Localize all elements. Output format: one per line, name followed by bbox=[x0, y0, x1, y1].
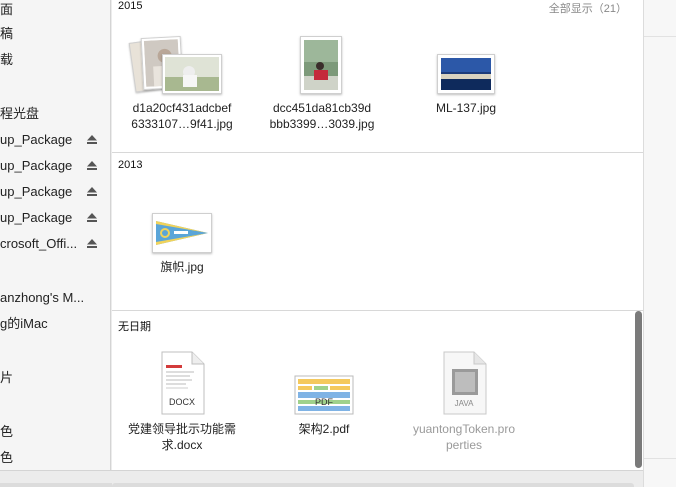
sidebar-item-package-1[interactable]: up_Package bbox=[0, 130, 110, 150]
section-2015: 2015 全部显示（21） d1a20cf431adcbef 6333107…9… bbox=[112, 0, 643, 152]
sidebar-item-remote-disc[interactable]: 程光盘 bbox=[0, 104, 39, 124]
sidebar-item-shared-mac[interactable]: anzhong's M... bbox=[0, 288, 84, 308]
eject-icon[interactable] bbox=[87, 234, 99, 254]
sidebar-item-label: g的iMac bbox=[0, 316, 48, 331]
eject-icon[interactable] bbox=[87, 182, 99, 202]
scrollbar-thumb[interactable] bbox=[635, 311, 642, 468]
file-browser-content: 2015 全部显示（21） d1a20cf431adcbef 6333107…9… bbox=[112, 0, 643, 470]
divider bbox=[644, 36, 676, 37]
docx-document-icon: DOCX bbox=[158, 351, 206, 415]
file-item[interactable]: dcc451da81cb39d bbb3399…3039.jpg bbox=[252, 34, 392, 132]
sidebar-item-label: 面 bbox=[0, 2, 14, 17]
section-title: 2013 bbox=[118, 159, 143, 171]
file-name-line: perties bbox=[445, 438, 483, 452]
sidebar-item-label: 稿 bbox=[0, 26, 14, 41]
section-2013: 2013 旗帜.jpg bbox=[112, 153, 643, 310]
section-title: 2015 bbox=[118, 0, 143, 12]
sidebar-item-package-4[interactable]: up_Package bbox=[0, 208, 110, 228]
section-title: 无日期 bbox=[118, 321, 151, 333]
sidebar-item-label: 色 bbox=[0, 424, 14, 439]
sidebar-item-label: up_Package bbox=[0, 158, 73, 173]
file-type-badge: DOCX bbox=[168, 397, 195, 407]
sidebar: 面 稿 载 程光盘 up_Package up_Package up_Packa… bbox=[0, 0, 111, 487]
file-type-badge: PDF bbox=[315, 397, 333, 407]
file-name-line: ML-137.jpg bbox=[435, 101, 497, 115]
horizontal-scroll-thumb[interactable] bbox=[112, 483, 634, 487]
file-item[interactable]: DOCX 党建领导批示功能需 求.docx bbox=[112, 351, 252, 453]
sidebar-item-label: 片 bbox=[0, 370, 14, 385]
sidebar-item-tag-color-2[interactable]: 色 bbox=[0, 448, 13, 468]
sidebar-item-package-2[interactable]: up_Package bbox=[0, 156, 110, 176]
file-name-line: yuantongToken.pro bbox=[412, 422, 516, 436]
horizontal-scrollbar[interactable] bbox=[112, 470, 643, 487]
show-all-link[interactable]: 全部显示（21） bbox=[549, 0, 627, 16]
photo-stack-icon bbox=[128, 34, 232, 94]
file-name-line: 求.docx bbox=[161, 438, 203, 452]
sidebar-item-microsoft-office[interactable]: crosoft_Offi... bbox=[0, 234, 110, 254]
finder-window: 面 稿 载 程光盘 up_Package up_Package up_Packa… bbox=[0, 0, 676, 487]
file-name-line: 旗帜.jpg bbox=[160, 260, 204, 274]
file-item[interactable]: JAVA yuantongToken.pro perties bbox=[394, 351, 534, 453]
eject-icon[interactable] bbox=[87, 130, 99, 150]
file-item[interactable]: 旗帜.jpg bbox=[112, 211, 252, 275]
eject-icon[interactable] bbox=[87, 156, 99, 176]
portrait-photo-icon bbox=[300, 34, 344, 94]
sidebar-item-package-3[interactable]: up_Package bbox=[0, 182, 110, 202]
sidebar-item-tag-color-1[interactable]: 色 bbox=[0, 422, 13, 442]
sidebar-item-label: anzhong's M... bbox=[0, 290, 85, 305]
sidebar-item-label: up_Package bbox=[0, 132, 73, 147]
sidebar-item-pictures[interactable]: 片 bbox=[0, 368, 13, 388]
file-item[interactable]: d1a20cf431adcbef 6333107…9f41.jpg bbox=[112, 34, 252, 132]
sidebar-item-documents[interactable]: 稿 bbox=[0, 24, 13, 44]
sidebar-item-desktop[interactable]: 面 bbox=[0, 0, 13, 20]
pdf-document-icon: PDF bbox=[294, 375, 354, 415]
landscape-photo-icon bbox=[436, 34, 496, 94]
file-item[interactable]: PDF 架构2.pdf bbox=[254, 375, 394, 437]
file-item[interactable]: ML-137.jpg bbox=[396, 34, 536, 116]
right-panel bbox=[643, 0, 676, 487]
file-name-line: d1a20cf431adcbef bbox=[132, 101, 232, 115]
sidebar-item-label: up_Package bbox=[0, 184, 73, 199]
sidebar-item-label: 色 bbox=[0, 450, 14, 465]
sidebar-item-label: crosoft_Offi... bbox=[0, 236, 78, 251]
section-no-date: 无日期 DOCX 党建领导批示功能需 求.docx PDF 架构2.pdf JA… bbox=[112, 311, 643, 470]
sidebar-item-label: up_Package bbox=[0, 210, 73, 225]
java-file-icon: JAVA bbox=[440, 351, 488, 415]
file-type-badge: JAVA bbox=[454, 399, 474, 408]
file-name-line: 党建领导批示功能需 bbox=[127, 422, 236, 436]
eject-icon[interactable] bbox=[87, 208, 99, 228]
divider bbox=[644, 458, 676, 459]
sidebar-item-downloads[interactable]: 载 bbox=[0, 50, 13, 70]
file-name-line: dcc451da81cb39d bbox=[272, 101, 372, 115]
sidebar-bottom-bar bbox=[0, 470, 112, 487]
sidebar-item-label: 程光盘 bbox=[0, 106, 40, 121]
file-name-line: bbb3399…3039.jpg bbox=[269, 117, 375, 131]
file-name-line: 6333107…9f41.jpg bbox=[131, 117, 233, 131]
sidebar-item-label: 载 bbox=[0, 52, 14, 67]
file-name-line: 架构2.pdf bbox=[298, 422, 350, 436]
sidebar-item-imac[interactable]: g的iMac bbox=[0, 314, 48, 334]
pennant-image-icon bbox=[152, 211, 212, 253]
